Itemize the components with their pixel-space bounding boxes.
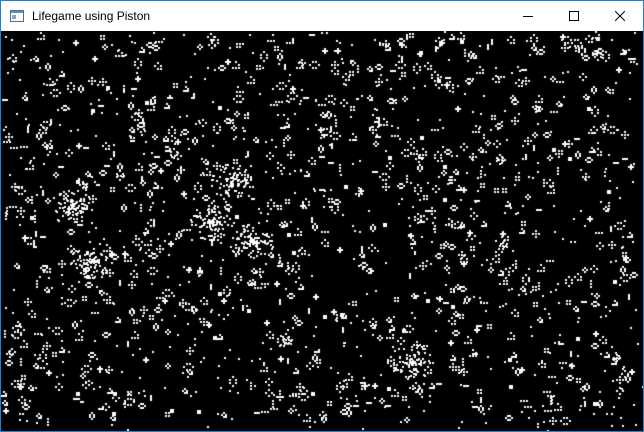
minimize-button[interactable] <box>505 1 551 31</box>
caption-buttons <box>505 1 643 31</box>
life-grid-canvas[interactable] <box>1 31 643 431</box>
close-button[interactable] <box>597 1 643 31</box>
close-icon <box>615 11 625 21</box>
maximize-button[interactable] <box>551 1 597 31</box>
maximize-icon <box>569 11 579 21</box>
minimize-icon <box>523 16 533 17</box>
window-app-icon[interactable] <box>9 8 25 24</box>
game-of-life-board[interactable] <box>1 31 643 431</box>
title-bar[interactable]: Lifegame using Piston <box>1 1 643 31</box>
app-window: Lifegame using Piston <box>0 0 644 432</box>
window-title: Lifegame using Piston <box>32 9 151 23</box>
